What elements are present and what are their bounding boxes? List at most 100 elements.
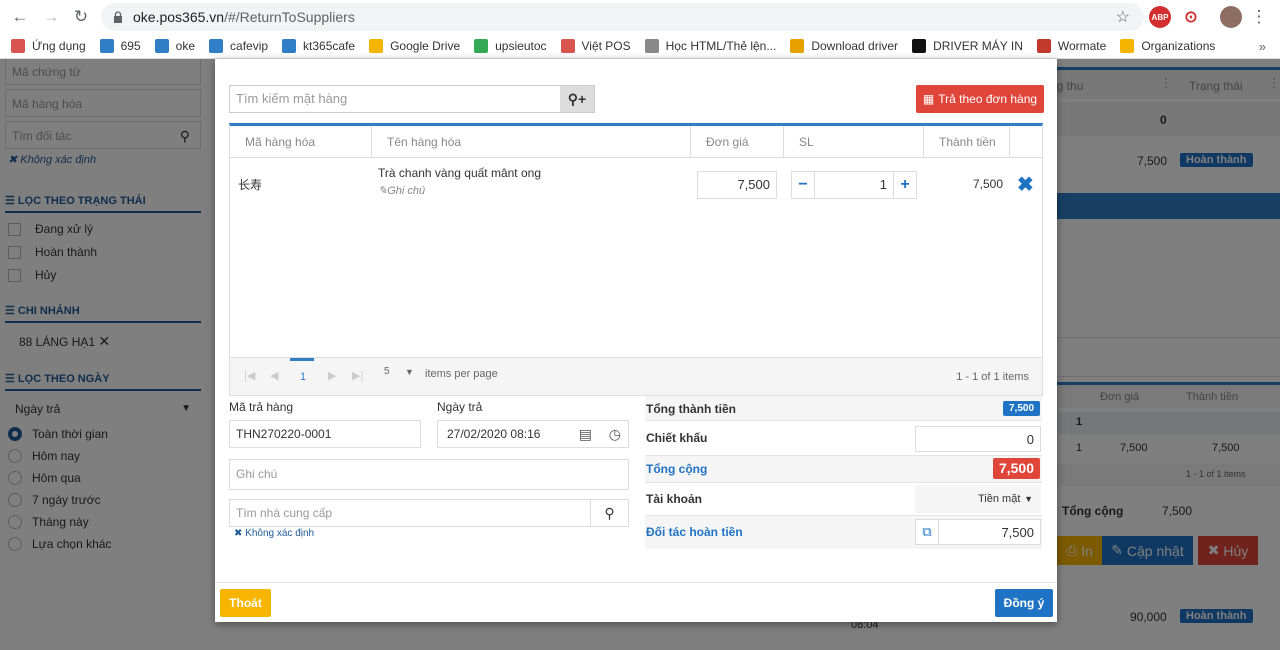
minus-icon[interactable]: −: [791, 171, 815, 199]
discount-row: Chiết khấu 0: [645, 424, 1042, 456]
col-unit-price[interactable]: Đơn giá: [691, 126, 784, 157]
return-date-input[interactable]: 27/02/2020 08:16 ▤ ◷: [437, 420, 629, 448]
more-bookmarks-icon[interactable]: »: [1259, 39, 1266, 54]
account-select[interactable]: Tiền mặt ▼: [915, 485, 1041, 513]
item-note-label: Ghi chú: [387, 185, 426, 197]
item-quantity-input[interactable]: 1: [814, 171, 894, 199]
extension-badge-icon[interactable]: ⊙: [1180, 6, 1202, 28]
bookmark-label: upsieutoc: [495, 39, 547, 53]
subtotal-badge: 7,500: [1003, 401, 1040, 416]
bookmark-item[interactable]: kt365cafe: [282, 39, 355, 53]
bookmark-item[interactable]: Download driver: [790, 39, 898, 53]
caret-down-icon: ▼: [1024, 494, 1033, 504]
first-page-icon[interactable]: |◀: [244, 369, 255, 382]
plus-icon[interactable]: +: [893, 171, 917, 199]
bookmark-item[interactable]: cafevip: [209, 39, 268, 53]
grand-total-row: Tổng cộng 7,500: [645, 456, 1042, 483]
bookmark-item[interactable]: Wormate: [1036, 39, 1106, 53]
refund-input[interactable]: 7,500: [938, 519, 1041, 545]
reload-icon[interactable]: ↻: [68, 4, 94, 30]
table-row: 长寿 Trà chanh vàng quất mânt ong ✎Ghi chú…: [230, 161, 1042, 211]
account-value: Tiền mặt: [978, 493, 1021, 505]
bookmark-label: 695: [120, 39, 141, 53]
bookmark-favicon-icon: [644, 39, 659, 53]
bookmark-label: Google Drive: [390, 39, 461, 53]
search-add-button[interactable]: ⚲ +: [560, 86, 594, 112]
product-search[interactable]: Tìm kiếm mặt hàng ⚲ +: [229, 85, 595, 113]
adblock-plus-icon[interactable]: ABP: [1149, 6, 1171, 28]
page-number[interactable]: 1: [300, 371, 306, 383]
copy-icon[interactable]: ⧉: [915, 519, 939, 545]
bookmark-item[interactable]: Ứng dụng: [11, 39, 86, 53]
col-product-code[interactable]: Mã hàng hóa: [230, 126, 372, 157]
address-bar[interactable]: oke.pos365.vn/#/ReturnToSuppliers ☆: [101, 3, 1144, 31]
grand-total-label: Tổng cộng: [646, 462, 708, 476]
item-code: 长寿: [238, 178, 263, 192]
exit-button[interactable]: Thoát: [220, 589, 271, 617]
bookmark-favicon-icon: [282, 39, 297, 53]
confirm-button[interactable]: Đồng ý: [995, 589, 1053, 617]
items-grid: Mã hàng hóa Tên hàng hóa Đơn giá SL Thàn…: [229, 123, 1043, 396]
supplier-search-placeholder: Tìm nhà cung cấp: [236, 506, 333, 520]
note-textarea[interactable]: Ghi chú: [229, 459, 629, 490]
forward-arrow-icon[interactable]: →: [38, 4, 64, 30]
bookmark-favicon-icon: [1120, 39, 1135, 53]
item-price-input[interactable]: 7,500: [697, 171, 777, 199]
return-code-input[interactable]: THN270220-0001: [229, 420, 421, 448]
bookmark-label: Việt POS: [581, 39, 631, 53]
bookmark-item[interactable]: upsieutoc: [474, 39, 547, 53]
pager-summary: 1 - 1 of 1 items: [956, 371, 1029, 383]
return-code-label: Mã trả hàng: [229, 400, 294, 414]
menu-kebab-icon[interactable]: ⋮: [1246, 4, 1272, 30]
account-label: Tài khoản: [646, 492, 703, 506]
discount-input[interactable]: 0: [915, 426, 1041, 452]
document-icon: ▦: [922, 92, 935, 106]
product-search-input[interactable]: Tìm kiếm mặt hàng: [230, 86, 560, 112]
bookmark-star-icon[interactable]: ☆: [1116, 7, 1130, 27]
page-size-select[interactable]: 5: [384, 366, 390, 377]
return-by-order-button[interactable]: ▦ Trả theo đơn hàng: [916, 85, 1044, 113]
search-icon: ⚲: [567, 90, 579, 107]
grid-header: Mã hàng hóa Tên hàng hóa Đơn giá SL Thàn…: [230, 126, 1042, 158]
col-line-total[interactable]: Thành tiền: [924, 126, 1010, 157]
bookmark-favicon-icon: [790, 39, 805, 53]
caret-down-icon[interactable]: ▼: [405, 367, 414, 377]
bookmark-item[interactable]: 695: [99, 39, 141, 53]
item-line-total: 7,500: [973, 177, 1004, 191]
search-icon[interactable]: ⚲: [590, 500, 628, 526]
last-page-icon[interactable]: ▶|: [352, 369, 363, 382]
bookmark-label: oke: [175, 39, 196, 53]
bookmark-favicon-icon: [560, 39, 575, 53]
supplier-unknown-label: ✖ Không xác định: [234, 528, 315, 539]
supplier-unknown-text: Không xác định: [245, 528, 315, 539]
modal-footer: Thoát Đồng ý: [215, 582, 1057, 622]
bookmark-item[interactable]: Organizations: [1120, 39, 1215, 53]
bookmark-favicon-icon: [154, 39, 169, 53]
clock-icon[interactable]: ◷: [609, 421, 621, 447]
refund-label: Đối tác hoàn tiền: [646, 525, 743, 539]
item-note-link[interactable]: ✎Ghi chú: [378, 184, 425, 197]
col-quantity[interactable]: SL: [784, 126, 924, 157]
col-actions: [1010, 126, 1042, 157]
grand-total-badge: 7,500: [993, 458, 1040, 479]
bookmark-label: Ứng dụng: [32, 39, 86, 53]
bookmark-item[interactable]: oke: [154, 39, 196, 53]
bookmark-favicon-icon: [99, 39, 114, 53]
return-by-order-label: Trả theo đơn hàng: [938, 92, 1038, 106]
supplier-search-input[interactable]: Tìm nhà cung cấp ⚲: [229, 499, 629, 527]
col-product-name[interactable]: Tên hàng hóa: [372, 126, 691, 157]
subtotal-label: Tổng thành tiền: [646, 402, 736, 416]
next-page-icon[interactable]: ▶: [328, 369, 336, 382]
bookmark-item[interactable]: Học HTML/Thẻ lện...: [644, 39, 776, 53]
bookmark-item[interactable]: Google Drive: [369, 39, 460, 53]
url-host: oke.pos365.vn: [133, 9, 225, 25]
calendar-icon[interactable]: ▤: [579, 421, 592, 447]
discount-label: Chiết khấu: [646, 431, 708, 445]
prev-page-icon[interactable]: ◀: [270, 369, 278, 382]
avatar[interactable]: [1220, 6, 1242, 28]
bookmark-item[interactable]: DRIVER MÁY IN: [912, 39, 1023, 53]
delete-item-icon[interactable]: ✖: [1017, 172, 1034, 197]
back-arrow-icon[interactable]: ←: [7, 4, 33, 30]
per-page-label: items per page: [425, 368, 498, 380]
bookmark-item[interactable]: Việt POS: [560, 39, 631, 53]
